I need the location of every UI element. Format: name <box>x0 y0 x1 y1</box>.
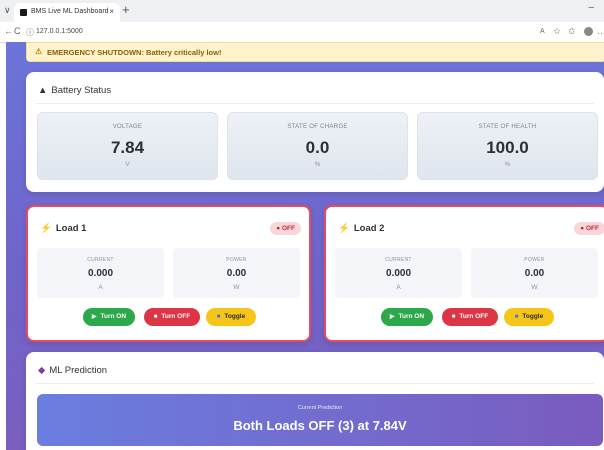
url-field[interactable]: 127.0.0.1:5000 <box>36 28 83 35</box>
load-1-turn-off-button[interactable]: ■ Turn OFF <box>144 308 200 326</box>
stop-icon: ■ <box>153 314 158 320</box>
metric-unit: % <box>314 161 321 168</box>
load-2-current: CURRENT 0.000 A <box>335 248 462 298</box>
metric-value: 0.0 <box>305 138 330 157</box>
battery-status-header: ▲ Battery Status <box>38 85 111 96</box>
button-label: Toggle <box>224 313 246 320</box>
current-value: 0.000 <box>385 268 412 279</box>
ml-prediction-card: ◆ ML Prediction Current Prediction Both L… <box>26 352 604 450</box>
play-icon: ▶ <box>389 314 395 320</box>
metric-unit: V <box>125 161 130 168</box>
load-2-card: ⚡ Load 2 ● OFF CURRENT 0.000 A POWER 0.00… <box>324 205 604 342</box>
load-1-header: ⚡ Load 1 <box>40 223 86 234</box>
bolt-icon: ⚡ <box>40 223 52 234</box>
bolt-icon: ⚡ <box>338 223 350 234</box>
load-1-card: ⚡ Load 1 ● OFF CURRENT 0.000 A POWER 0.00… <box>26 205 311 342</box>
load-1-title: Load 1 <box>55 223 87 234</box>
metric-label: STATE OF HEALTH <box>478 124 537 130</box>
load-2-toggle-button[interactable]: ■ Toggle <box>504 308 554 326</box>
load-2-header: ⚡ Load 2 <box>338 223 384 234</box>
load-2-status-badge: ● OFF <box>574 222 604 235</box>
current-label: CURRENT <box>385 257 412 263</box>
play-icon: ▶ <box>91 314 97 320</box>
metric-value: 100.0 <box>486 138 529 157</box>
metric-unit: % <box>504 161 511 168</box>
dashboard-page: ⚠ EMERGENCY SHUTDOWN: Battery critically… <box>6 42 604 450</box>
divider <box>36 103 594 104</box>
tab-close-icon[interactable]: × <box>109 7 114 16</box>
metric-label: VOLTAGE <box>112 124 143 130</box>
power-value: 0.00 <box>524 268 545 279</box>
triangle-icon: ▲ <box>38 85 48 96</box>
load-1-status-badge: ● OFF <box>270 222 301 235</box>
profile-avatar[interactable] <box>584 27 593 36</box>
new-tab-button[interactable]: + <box>122 3 130 17</box>
window-menu-icon[interactable]: ∨ <box>4 5 11 16</box>
battery-status-title: Battery Status <box>51 85 112 96</box>
favicon-icon <box>20 9 27 16</box>
address-bar: ← C ⓘ 127.0.0.1:5000 A ☆ ✩ … <box>0 22 604 43</box>
load-2-title: Load 2 <box>353 223 385 234</box>
button-label: Turn ON <box>100 313 127 320</box>
minimize-button[interactable]: – <box>588 2 594 13</box>
prediction-banner: Current Prediction Both Loads OFF (3) at… <box>37 394 603 446</box>
reload-icon[interactable]: C <box>14 26 21 36</box>
button-label: Turn OFF <box>459 313 489 320</box>
current-unit: A <box>396 284 401 291</box>
stop-icon: ■ <box>451 314 456 320</box>
power-value: 0.00 <box>226 268 247 279</box>
tab-title: BMS Live ML Dashboard <box>31 8 109 15</box>
read-aloud-icon[interactable]: A <box>540 28 545 35</box>
load-1-turn-on-button[interactable]: ▶ Turn ON <box>83 308 135 326</box>
current-unit: A <box>98 284 103 291</box>
warning-icon: ⚠ <box>35 47 43 56</box>
site-info-icon[interactable]: ⓘ <box>26 27 34 38</box>
load-1-current: CURRENT 0.000 A <box>37 248 164 298</box>
back-icon[interactable]: ← <box>4 26 13 36</box>
current-value: 0.000 <box>87 268 114 279</box>
favorite-star-icon[interactable]: ☆ <box>553 26 561 37</box>
button-label: Toggle <box>522 313 544 320</box>
state-of-charge-metric: STATE OF CHARGE 0.0 % <box>227 112 408 180</box>
power-unit: W <box>531 284 538 291</box>
prediction-label: Current Prediction <box>297 405 343 411</box>
load-1-toggle-button[interactable]: ■ Toggle <box>206 308 256 326</box>
browser-tab-bar: ∨ BMS Live ML Dashboard × + – <box>0 0 604 22</box>
metric-label: STATE OF CHARGE <box>287 124 348 130</box>
load-2-power: POWER 0.00 W <box>471 248 598 298</box>
divider <box>36 383 594 384</box>
prediction-value: Both Loads OFF (3) at 7.84V <box>233 418 407 433</box>
browser-tab[interactable]: BMS Live ML Dashboard × <box>14 3 120 22</box>
power-label: POWER <box>524 257 545 263</box>
load-1-power: POWER 0.00 W <box>173 248 300 298</box>
toggle-icon: ■ <box>514 314 519 320</box>
voltage-metric: VOLTAGE 7.84 V <box>37 112 218 180</box>
current-label: CURRENT <box>87 257 114 263</box>
ml-prediction-header: ◆ ML Prediction <box>38 365 107 376</box>
power-unit: W <box>233 284 240 291</box>
robot-icon: ◆ <box>38 365 46 376</box>
load-2-turn-on-button[interactable]: ▶ Turn ON <box>381 308 433 326</box>
ml-prediction-title: ML Prediction <box>49 365 108 376</box>
power-label: POWER <box>226 257 247 263</box>
alert-message: EMERGENCY SHUTDOWN: Battery critically l… <box>47 48 222 57</box>
load-2-turn-off-button[interactable]: ■ Turn OFF <box>442 308 498 326</box>
favorites-icon[interactable]: ✩ <box>568 26 576 37</box>
metric-value: 7.84 <box>110 138 145 157</box>
button-label: Turn OFF <box>161 313 191 320</box>
battery-status-card: ▲ Battery Status VOLTAGE 7.84 V STATE OF … <box>26 72 604 192</box>
more-menu-icon[interactable]: … <box>597 26 604 36</box>
emergency-alert: ⚠ EMERGENCY SHUTDOWN: Battery critically… <box>26 42 604 62</box>
state-of-health-metric: STATE OF HEALTH 100.0 % <box>417 112 598 180</box>
toggle-icon: ■ <box>216 314 221 320</box>
button-label: Turn ON <box>398 313 425 320</box>
